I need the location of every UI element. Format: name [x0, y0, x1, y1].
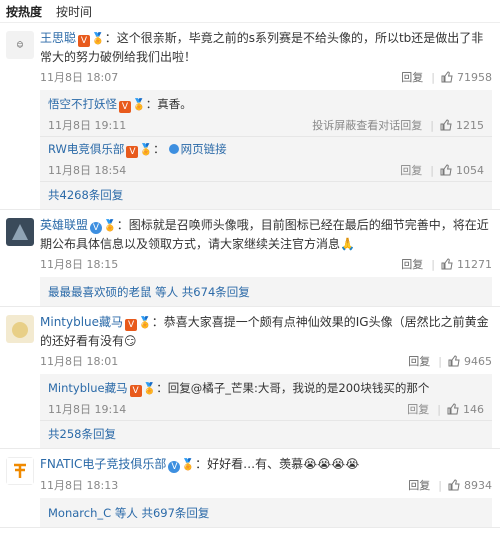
avatar[interactable] — [6, 218, 34, 246]
avatar[interactable]: ☺ — [6, 31, 34, 59]
reply-username[interactable]: 悟空不打妖怪 — [48, 97, 117, 111]
more-replies-link[interactable]: 最最最喜欢硕的老鼠 等人 共674条回复 — [40, 279, 492, 306]
level-badge-icon: 🏅 — [103, 219, 117, 232]
reply-username[interactable]: Mintyblue藏马 — [48, 381, 128, 395]
view-conversation-button[interactable]: 查看对话 — [356, 117, 400, 133]
svg-text:☺: ☺ — [16, 41, 23, 49]
divider: | — [431, 70, 435, 84]
reply-text: ：回复@橘子_芒果:大哥，我说的是200块钱买的那个 — [156, 381, 430, 395]
comment-item: ☺ 王思聪 V 🏅：这个很亲斯，毕竟之前的s系列赛是不给头像的，所以tb还是做出了非… — [0, 23, 500, 210]
level-badge-icon: 🏅 — [138, 316, 152, 329]
crying-emoji-icon: 😭😭😭😭 — [303, 457, 360, 471]
comment-item: 英雄联盟 V 🏅：图标就是召唤师头像哦，目前图标已经在最后的细节完善中，将在近期公布… — [0, 210, 500, 307]
reply-button[interactable]: 回复 — [400, 162, 422, 178]
username[interactable]: 英雄联盟 — [40, 218, 88, 232]
comment-text: ：这个很亲斯，毕竟之前的s系列赛是不给头像的，所以tb还是做出了非常大的努力破例… — [40, 31, 484, 64]
more-replies-link[interactable]: Monarch_C 等人 共697条回复 — [40, 500, 492, 527]
reply-item: 悟空不打妖怪 V 🏅：真香。 11月8日 19:11 投诉 屏蔽 查看对话 回复 |… — [40, 92, 492, 137]
reply-username[interactable]: RW电竞俱乐部 — [48, 142, 124, 156]
divider: | — [430, 163, 434, 177]
reply-button[interactable]: 回复 — [401, 69, 423, 85]
thumb-up-icon[interactable] — [441, 71, 453, 83]
reply-list: Monarch_C 等人 共697条回复 — [40, 498, 492, 527]
more-replies-link[interactable]: 共258条回复 — [40, 421, 492, 448]
level-badge-icon: 🏅 — [181, 458, 196, 471]
vip-badge-icon: V — [125, 319, 138, 331]
more-replies-link[interactable]: 共4268条回复 — [40, 182, 492, 209]
reply-list: 最最最喜欢硕的老鼠 等人 共674条回复 — [40, 277, 492, 306]
level-badge-icon: 🏅 — [139, 143, 154, 156]
reply-time: 11月8日 19:14 — [48, 403, 127, 416]
comment-text: ：好好看…有、羡慕 — [195, 457, 304, 471]
reply-button[interactable]: 回复 — [408, 353, 430, 369]
verified-badge-icon: V — [90, 222, 103, 234]
verified-badge-icon: V — [168, 461, 181, 473]
reply-button[interactable]: 回复 — [408, 477, 430, 493]
thumb-up-icon[interactable] — [448, 479, 460, 491]
thumb-up-icon[interactable] — [447, 403, 459, 415]
like-count: 71958 — [457, 70, 492, 84]
comment-item: FNATIC电子竞技俱乐部 V 🏅：好好看…有、羡慕😭😭😭😭 11月8日 18:13… — [0, 449, 500, 528]
thumb-up-icon[interactable] — [448, 355, 460, 367]
like-count: 8934 — [464, 478, 492, 492]
level-badge-icon: 🏅 — [132, 98, 146, 111]
divider: | — [430, 118, 434, 132]
sort-by-time[interactable]: 按时间 — [56, 3, 92, 20]
like-count: 9465 — [464, 354, 492, 368]
divider: | — [437, 402, 441, 416]
thumb-up-icon[interactable] — [441, 258, 453, 270]
reply-button[interactable]: 回复 — [407, 401, 429, 417]
like-count: 11271 — [457, 257, 492, 271]
avatar[interactable] — [6, 457, 34, 485]
reply-item: Mintyblue藏马 V 🏅：回复@橘子_芒果:大哥，我说的是200块钱买的那个 … — [40, 376, 492, 421]
emoji-icon: 😏 — [124, 334, 137, 348]
vip-badge-icon: V — [129, 385, 142, 397]
username[interactable]: Mintyblue藏马 — [40, 315, 123, 329]
divider: | — [438, 354, 442, 368]
reply-list: Mintyblue藏马 V 🏅：回复@橘子_芒果:大哥，我说的是200块钱买的那个 … — [40, 374, 492, 448]
report-button[interactable]: 投诉 — [312, 117, 334, 133]
vip-badge-icon: V — [119, 101, 131, 113]
comment-time: 11月8日 18:15 — [40, 258, 119, 271]
comment-time: 11月8日 18:07 — [40, 71, 119, 84]
link-icon — [168, 144, 179, 154]
avatar[interactable] — [6, 315, 34, 343]
reply-time: 11月8日 19:11 — [48, 119, 127, 132]
reply-list: 悟空不打妖怪 V 🏅：真香。 11月8日 19:11 投诉 屏蔽 查看对话 回复 |… — [40, 90, 492, 209]
pray-emoji-icon: 🙏 — [340, 237, 355, 251]
block-button[interactable]: 屏蔽 — [334, 117, 356, 133]
thumb-up-icon[interactable] — [440, 164, 452, 176]
sort-bar: 按热度 按时间 — [0, 0, 500, 23]
vip-badge-icon: V — [126, 146, 139, 158]
level-badge-icon: 🏅 — [91, 32, 105, 45]
reply-text: ：真香。 — [145, 97, 192, 111]
reply-item: RW电竞俱乐部 V 🏅： 网页链接 11月8日 18:54 回复 | 1054 — [40, 137, 492, 182]
divider: | — [438, 478, 442, 492]
web-link[interactable]: 网页链接 — [181, 142, 227, 156]
comment-time: 11月8日 18:01 — [40, 355, 119, 368]
comment-item: Mintyblue藏马 V 🏅：恭喜大家喜提一个颇有点神仙效果的IG头像（居然比之前… — [0, 307, 500, 449]
level-badge-icon: 🏅 — [142, 382, 157, 395]
like-count: 1215 — [456, 118, 484, 132]
username[interactable]: 王思聪 — [40, 31, 76, 45]
divider: | — [431, 257, 435, 271]
reply-button[interactable]: 回复 — [400, 117, 422, 133]
vip-badge-icon: V — [78, 35, 91, 47]
thumb-up-icon[interactable] — [440, 119, 452, 131]
like-count: 146 — [463, 402, 484, 416]
username[interactable]: FNATIC电子竞技俱乐部 — [40, 457, 166, 471]
like-count: 1054 — [456, 163, 484, 177]
sort-by-hot[interactable]: 按热度 — [6, 3, 42, 20]
reply-time: 11月8日 18:54 — [48, 164, 127, 177]
comment-time: 11月8日 18:13 — [40, 479, 119, 492]
reply-button[interactable]: 回复 — [401, 256, 423, 272]
